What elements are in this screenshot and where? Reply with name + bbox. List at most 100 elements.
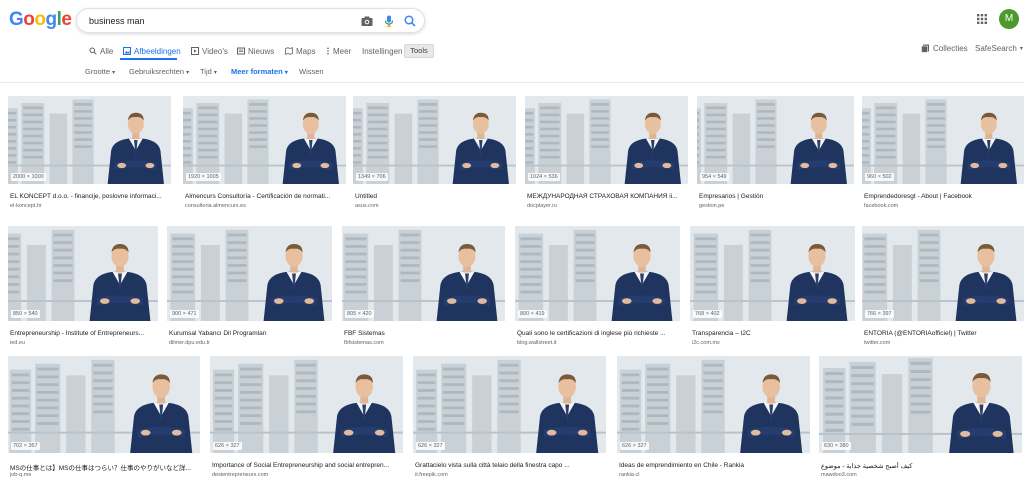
result-thumbnail[interactable] xyxy=(8,356,200,453)
result-title[interactable]: Untitled xyxy=(355,193,514,200)
tab-videos[interactable]: Video's xyxy=(191,44,228,58)
more-vert-icon xyxy=(327,47,329,55)
result-title[interactable]: ENTORIA (@ENTORIAofficiel) | Twitter xyxy=(864,330,1022,337)
result-source[interactable]: facebook.com xyxy=(864,203,1022,209)
safesearch-menu[interactable]: SafeSearch ▾ xyxy=(975,44,1023,53)
result-title[interactable]: Kurumsal Yabancı Dil Programları xyxy=(169,330,330,337)
tab-maps[interactable]: Maps xyxy=(285,44,316,58)
result-thumbnail[interactable] xyxy=(413,356,606,453)
search-icon[interactable] xyxy=(403,14,417,28)
collections-link[interactable]: Collecties xyxy=(921,44,968,53)
image-result[interactable]: 1024 × 536 МЕЖДУНАРОДНАЯ СТРАХОВАЯ КОМПАН… xyxy=(525,96,688,212)
tab-images[interactable]: Afbeeldingen xyxy=(123,44,181,58)
tab-label: Maps xyxy=(296,46,316,56)
result-thumbnail[interactable] xyxy=(617,356,810,453)
result-thumbnail[interactable] xyxy=(8,226,158,321)
image-result[interactable]: 1349 × 706 Untitled asus.com xyxy=(353,96,516,212)
image-dimensions: 800 × 419 xyxy=(518,310,547,318)
result-source[interactable]: ied.eu xyxy=(10,340,156,346)
account-avatar[interactable]: M xyxy=(999,9,1019,29)
result-thumbnail[interactable] xyxy=(167,226,332,321)
image-result[interactable]: 900 × 471 Kurumsal Yabancı Dil Programlar… xyxy=(167,226,332,349)
result-source[interactable]: i2c.com.mx xyxy=(692,340,853,346)
image-result[interactable]: 626 × 327 Ideas de emprendimiento en Chil… xyxy=(617,356,810,481)
result-thumbnail[interactable] xyxy=(515,226,680,321)
result-thumbnail[interactable] xyxy=(210,356,403,453)
result-title[interactable]: Grattacielo vista sulla città telaio del… xyxy=(415,462,604,469)
result-source[interactable]: gestion.pe xyxy=(699,203,852,209)
result-thumbnail[interactable] xyxy=(862,96,1024,184)
result-title[interactable]: MSの仕事とは】MSの仕事はつらい？仕事のやりがいなど詳... xyxy=(10,462,198,472)
image-result[interactable]: 954 × 549 Empresarios | Gestión gestion.pe xyxy=(697,96,854,212)
result-source[interactable]: mawdoo3.com xyxy=(821,472,1020,478)
image-result[interactable]: 800 × 419 Quali sono le certificazioni di… xyxy=(515,226,680,349)
result-thumbnail[interactable] xyxy=(525,96,688,184)
result-title[interactable]: EL KONCEPT d.o.o. - financije, poslovne … xyxy=(10,193,169,200)
image-result[interactable]: 1920 × 1005 Almencurs Consultoría - Certi… xyxy=(183,96,346,212)
image-result[interactable]: 630 × 380 كيف أصبح شخصية جذابة - موضوع maw… xyxy=(819,356,1022,481)
image-result[interactable]: 768 × 402 Transparencia – I2C i2c.com.mx xyxy=(690,226,855,349)
search-small-icon xyxy=(89,47,97,55)
tab-news[interactable]: Nieuws xyxy=(237,44,274,58)
result-thumbnail[interactable] xyxy=(697,96,854,184)
image-result[interactable]: 626 × 327 Grattacielo vista sulla città t… xyxy=(413,356,606,481)
google-logo[interactable]: Google xyxy=(9,9,72,31)
result-source[interactable]: el-koncept.hr xyxy=(10,203,169,209)
tab-label: Alle xyxy=(100,46,114,56)
result-source[interactable]: fbfsistemas.com xyxy=(344,340,503,346)
filter-time[interactable]: Tijd ▾ xyxy=(200,67,217,76)
result-title[interactable]: Entrepreneurship - Institute of Entrepre… xyxy=(10,330,156,337)
result-thumbnail[interactable] xyxy=(690,226,855,321)
result-source[interactable]: dilmer.dpu.edu.tr xyxy=(169,340,330,346)
image-result[interactable]: 805 × 420 FBF Sistemas fbfsistemas.com xyxy=(342,226,505,349)
result-source[interactable]: rankia.cl xyxy=(619,472,808,478)
result-thumbnail[interactable] xyxy=(862,226,1024,321)
image-result[interactable]: 626 × 327 Importance of Social Entreprene… xyxy=(210,356,403,481)
result-title[interactable]: FBF Sistemas xyxy=(344,330,503,337)
result-thumbnail[interactable] xyxy=(819,356,1022,453)
image-result[interactable]: 2000 × 1000 EL KONCEPT d.o.o. - financije… xyxy=(8,96,171,212)
result-title[interactable]: Importance of Social Entrepreneurship an… xyxy=(212,462,401,469)
result-title[interactable]: Empresarios | Gestión xyxy=(699,193,852,200)
result-source[interactable]: desientrepreneurs.com xyxy=(212,472,401,478)
tools-button[interactable]: Tools xyxy=(404,44,434,58)
result-thumbnail[interactable] xyxy=(183,96,346,184)
result-title[interactable]: МЕЖДУНАРОДНАЯ СТРАХОВАЯ КОМПАНИЯ ii... xyxy=(527,193,686,200)
result-source[interactable]: job-q.me xyxy=(10,472,198,478)
result-thumbnail[interactable] xyxy=(342,226,505,321)
filter-more-formats[interactable]: Meer formaten ▾ xyxy=(231,67,288,76)
result-thumbnail[interactable] xyxy=(353,96,516,184)
caret-down-icon: ▾ xyxy=(112,70,116,76)
filter-size[interactable]: Grootte ▾ xyxy=(85,67,115,76)
image-result[interactable]: 960 × 502 Emprendedoresgt - About | Faceb… xyxy=(862,96,1024,212)
result-source[interactable]: it.freepik.com xyxy=(415,472,604,478)
result-title[interactable]: Quali sono le certificazioni di inglese … xyxy=(517,330,678,337)
result-source[interactable]: twitter.com xyxy=(864,340,1022,346)
result-thumbnail[interactable] xyxy=(8,96,171,184)
image-result[interactable]: 766 × 397 ENTORIA (@ENTORIAofficiel) | Tw… xyxy=(862,226,1024,349)
result-title[interactable]: كيف أصبح شخصية جذابة - موضوع xyxy=(821,462,1020,470)
result-source[interactable]: docplayer.ru xyxy=(527,203,686,209)
result-title[interactable]: Ideas de emprendimiento en Chile - Ranki… xyxy=(619,462,808,469)
result-title[interactable]: Transparencia – I2C xyxy=(692,330,853,337)
result-source[interactable]: asus.com xyxy=(355,203,514,209)
collections-icon xyxy=(921,44,929,53)
caret-down-icon: ▾ xyxy=(1019,46,1023,52)
search-input[interactable] xyxy=(89,13,339,29)
result-title[interactable]: Emprendedoresgt - About | Facebook xyxy=(864,193,1022,200)
microphone-icon[interactable] xyxy=(382,14,396,28)
image-result[interactable]: 850 × 540 Entrepreneurship - Institute of… xyxy=(8,226,158,349)
camera-icon[interactable] xyxy=(360,14,374,28)
tab-more[interactable]: Meer xyxy=(326,44,351,58)
logo-letter: o xyxy=(23,9,35,30)
result-source[interactable]: blog.wallstreet.it xyxy=(517,340,678,346)
filter-usage-rights[interactable]: Gebruiksrechten ▾ xyxy=(129,67,189,76)
tab-all[interactable]: Alle xyxy=(89,44,113,58)
filter-clear[interactable]: Wissen xyxy=(299,67,324,76)
result-source[interactable]: consultoria.almencurs.es xyxy=(185,203,344,209)
tab-label: Meer xyxy=(333,46,352,56)
tab-settings[interactable]: Instellingen xyxy=(362,44,402,58)
image-result[interactable]: 702 × 367 MSの仕事とは】MSの仕事はつらい？仕事のやりがいなど詳...… xyxy=(8,356,200,481)
apps-grid-icon[interactable] xyxy=(974,11,990,27)
result-title[interactable]: Almencurs Consultoría - Certificación de… xyxy=(185,193,344,200)
